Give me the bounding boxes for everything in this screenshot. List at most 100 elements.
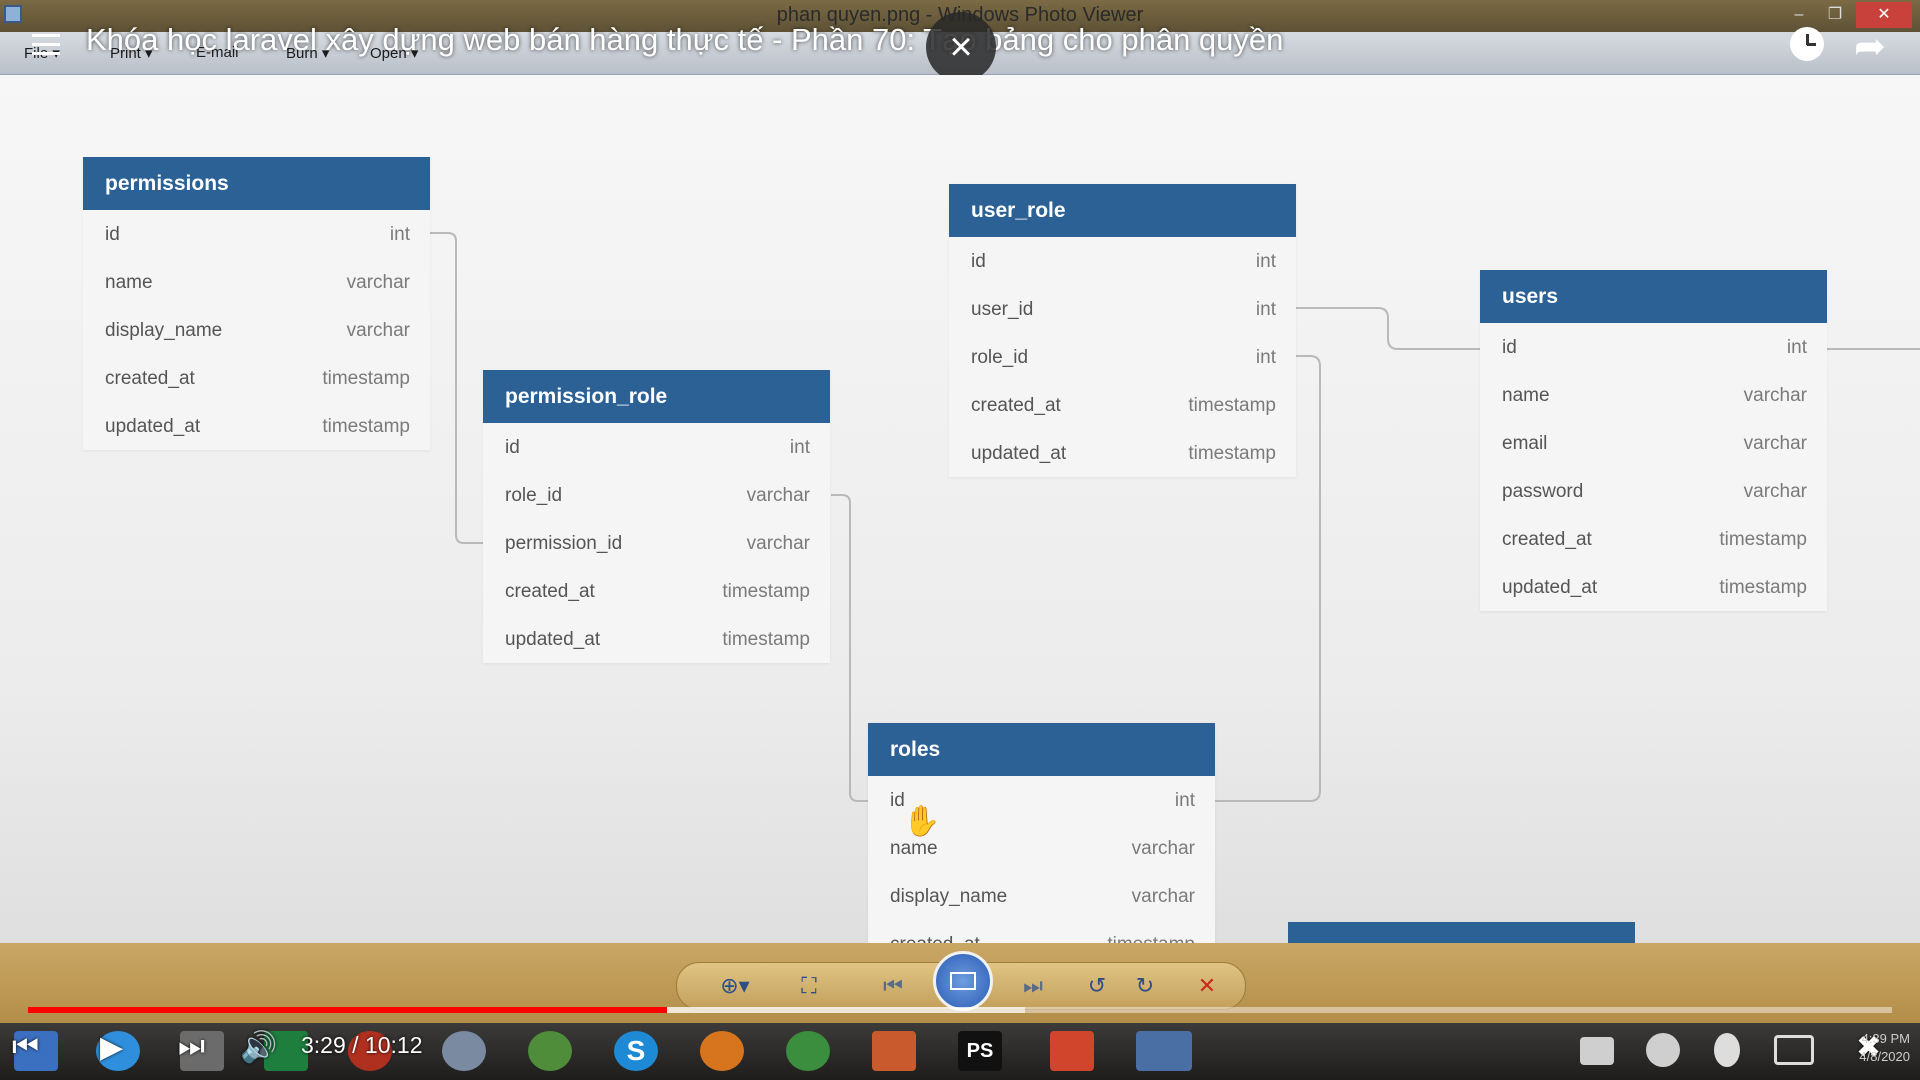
table-row: user_id int <box>949 285 1296 333</box>
field-type: int <box>1255 299 1276 320</box>
table-row: role_id int <box>949 333 1296 381</box>
slideshow-button[interactable] <box>933 951 993 1011</box>
zoom-icon[interactable]: ⊕▾ <box>715 971 755 1001</box>
field-type: timestamp <box>322 416 410 437</box>
system-clock: 4:39 PM 4/8/2020 <box>1830 1030 1910 1066</box>
field-name: name <box>1502 385 1550 406</box>
chrome-icon[interactable] <box>786 1031 830 1071</box>
field-name: created_at <box>505 581 595 602</box>
volume-icon[interactable]: 🔊 <box>240 1030 277 1065</box>
table-row: id int <box>83 210 430 258</box>
field-type: varchar <box>746 485 810 506</box>
field-type: varchar <box>746 533 810 554</box>
table-row: updated_at timestamp <box>483 615 830 663</box>
table-row: updated_at timestamp <box>83 402 430 450</box>
field-name: permission_id <box>505 533 623 554</box>
rotate-counterclockwise-icon[interactable]: ↺ <box>1077 971 1117 1001</box>
table-row: display_name varchar <box>83 306 430 354</box>
table-row: role_id varchar <box>483 471 830 519</box>
table-users: users id int name varchar email varchar pas… <box>1480 270 1827 611</box>
field-type: timestamp <box>1188 443 1276 464</box>
field-type: int <box>389 224 410 245</box>
paint-icon[interactable] <box>442 1031 486 1071</box>
table-row: created_at timestamp <box>83 354 430 402</box>
table-title: permissions <box>83 157 430 210</box>
field-name: password <box>1502 481 1584 502</box>
field-type: timestamp <box>1188 395 1276 416</box>
drop-icon[interactable] <box>1714 1033 1740 1067</box>
field-type: int <box>1255 251 1276 272</box>
restore-icon[interactable]: ❐ <box>1822 2 1848 28</box>
skype-icon[interactable]: S <box>614 1031 658 1071</box>
rotate-clockwise-icon[interactable]: ↻ <box>1125 971 1165 1001</box>
table-row: password varchar <box>1480 467 1827 515</box>
clock-date: 4/8/2020 <box>1859 1049 1910 1064</box>
field-name: name <box>105 272 153 293</box>
photo-viewer-taskbar-icon[interactable] <box>1136 1031 1192 1071</box>
delete-icon[interactable]: ✕ <box>1187 971 1227 1001</box>
cast-icon[interactable] <box>1774 1035 1814 1065</box>
phpstorm-icon[interactable]: PS <box>958 1031 1002 1071</box>
actual-size-icon[interactable]: ⛶ <box>789 971 829 1001</box>
field-type: varchar <box>1743 481 1807 502</box>
field-type: varchar <box>1131 838 1195 859</box>
field-name: id <box>971 251 986 272</box>
video-progress-bar[interactable] <box>28 1007 1892 1013</box>
menu-icon[interactable] <box>32 34 60 56</box>
table-row: created_at timestamp <box>483 567 830 615</box>
field-name: updated_at <box>105 416 201 437</box>
previous-icon[interactable]: ⏮ <box>873 971 913 1001</box>
table-row: id int <box>1480 323 1827 371</box>
minimize-icon[interactable]: – <box>1786 2 1812 28</box>
field-name: id <box>505 437 520 458</box>
taskbar: S PS <box>0 1023 1920 1080</box>
table-permissions: permissions id int name varchar display_na… <box>83 157 430 450</box>
field-name: role_id <box>505 485 563 506</box>
play-icon[interactable]: ▶ <box>100 1030 123 1065</box>
field-type: varchar <box>1743 433 1807 454</box>
table-row: email varchar <box>1480 419 1827 467</box>
table-row: name varchar <box>1480 371 1827 419</box>
git-icon[interactable] <box>872 1031 916 1071</box>
table-title: user_role <box>949 184 1296 237</box>
field-name: id <box>1502 337 1517 358</box>
field-name: name <box>890 838 938 859</box>
table-title: permission_role <box>483 370 830 423</box>
permission-role-to-roles-line <box>831 494 868 802</box>
table-row: created_at timestamp <box>949 381 1296 429</box>
subtitles-icon[interactable] <box>1580 1037 1614 1065</box>
share-icon[interactable]: ➦ <box>1854 24 1886 69</box>
firefox-icon[interactable] <box>700 1031 744 1071</box>
table-row: created_at timestamp <box>868 920 1215 943</box>
table-user-role: user_role id int user_id int role_id int cr… <box>949 184 1296 477</box>
video-title[interactable]: Khóa học laravel xây dựng web bán hàng t… <box>86 22 1283 58</box>
clock-time: 4:39 PM <box>1861 1031 1910 1046</box>
close-icon[interactable]: × <box>926 12 996 82</box>
watch-later-icon[interactable] <box>1790 27 1824 61</box>
field-name: role_id <box>971 347 1029 368</box>
table-offscreen-header <box>1288 922 1635 943</box>
settings-icon[interactable] <box>1646 1033 1680 1067</box>
table-row: id int <box>949 237 1296 285</box>
app-icon[interactable] <box>528 1031 572 1071</box>
field-type: timestamp <box>1107 934 1195 943</box>
field-type: int <box>789 437 810 458</box>
previous-video-icon[interactable]: ⏮ <box>12 1030 39 1064</box>
field-type: int <box>1174 790 1195 811</box>
field-name: created_at <box>971 395 1061 416</box>
next-icon[interactable]: ⏭ <box>1013 971 1053 1001</box>
table-row: permission_id varchar <box>483 519 830 567</box>
table-title: roles <box>868 723 1215 776</box>
permissions-to-permission-role-line <box>430 232 483 544</box>
app-icon[interactable] <box>1050 1031 1094 1071</box>
field-type: timestamp <box>1719 529 1807 550</box>
field-type: int <box>1786 337 1807 358</box>
diagram-canvas: permissions id int name varchar display_na… <box>0 75 1920 943</box>
field-name: user_id <box>971 299 1034 320</box>
table-row: display_name varchar <box>868 872 1215 920</box>
field-name: id <box>105 224 120 245</box>
table-row: name varchar <box>83 258 430 306</box>
next-video-icon[interactable]: ⏭ <box>178 1030 205 1064</box>
field-name: updated_at <box>505 629 601 650</box>
field-type: timestamp <box>1719 577 1807 598</box>
